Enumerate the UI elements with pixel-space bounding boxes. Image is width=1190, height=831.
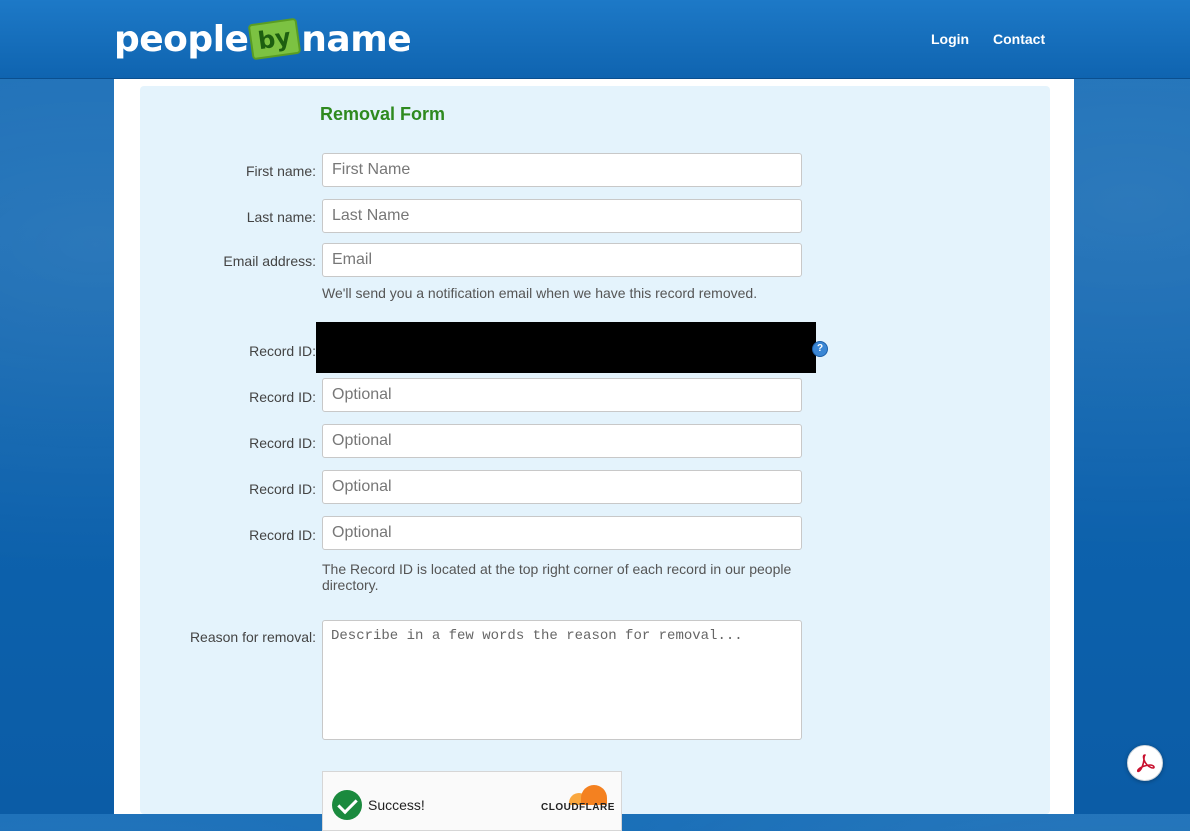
- adobe-pdf-icon: [1136, 754, 1155, 773]
- nav-contact-link[interactable]: Contact: [993, 31, 1045, 47]
- cloudflare-wordmark: CLOUDFLARE: [541, 802, 615, 813]
- first-name-label: First name:: [245, 163, 316, 179]
- form-title: Removal Form: [320, 104, 446, 124]
- record-id-input-4[interactable]: [322, 470, 802, 504]
- nav-login-link[interactable]: Login: [931, 31, 969, 47]
- pdf-floating-button[interactable]: [1127, 745, 1163, 781]
- first-name-input[interactable]: [322, 153, 802, 187]
- record-id-input-2[interactable]: [322, 378, 802, 412]
- top-header: people by name Login Contact: [0, 0, 1190, 79]
- record-id-label-3: Record ID:: [249, 435, 316, 451]
- checkmark-icon: [332, 790, 362, 820]
- email-input[interactable]: [322, 243, 802, 277]
- logo-word-name: name: [301, 18, 412, 60]
- reason-label: Reason for removal:: [189, 629, 316, 645]
- last-name-label: Last name:: [246, 209, 316, 225]
- record-id-input-5[interactable]: [322, 516, 802, 550]
- record-id-label-2: Record ID:: [249, 389, 316, 405]
- logo-word-people: people: [114, 18, 249, 60]
- record-id-label-5: Record ID:: [249, 527, 316, 543]
- logo-word-by: by: [248, 17, 302, 61]
- redacted-record-id-input: [316, 322, 816, 373]
- cloudflare-captcha-widget[interactable]: Success! CLOUDFLARE: [322, 771, 622, 831]
- email-help-text: We'll send you a notification email when…: [322, 285, 758, 301]
- record-id-label-1: Record ID:: [249, 343, 316, 359]
- captcha-status: Success!: [368, 797, 425, 813]
- record-id-help-text: The Record ID is located at the top righ…: [322, 561, 792, 593]
- reason-textarea[interactable]: [322, 620, 802, 740]
- record-id-label-4: Record ID:: [249, 481, 316, 497]
- email-label: Email address:: [223, 253, 316, 269]
- question-mark-icon[interactable]: ?: [812, 341, 828, 357]
- cloudflare-logo: CLOUDFLARE: [541, 785, 617, 813]
- site-logo[interactable]: people by name: [114, 14, 412, 64]
- record-id-input-3[interactable]: [322, 424, 802, 458]
- last-name-input[interactable]: [322, 199, 802, 233]
